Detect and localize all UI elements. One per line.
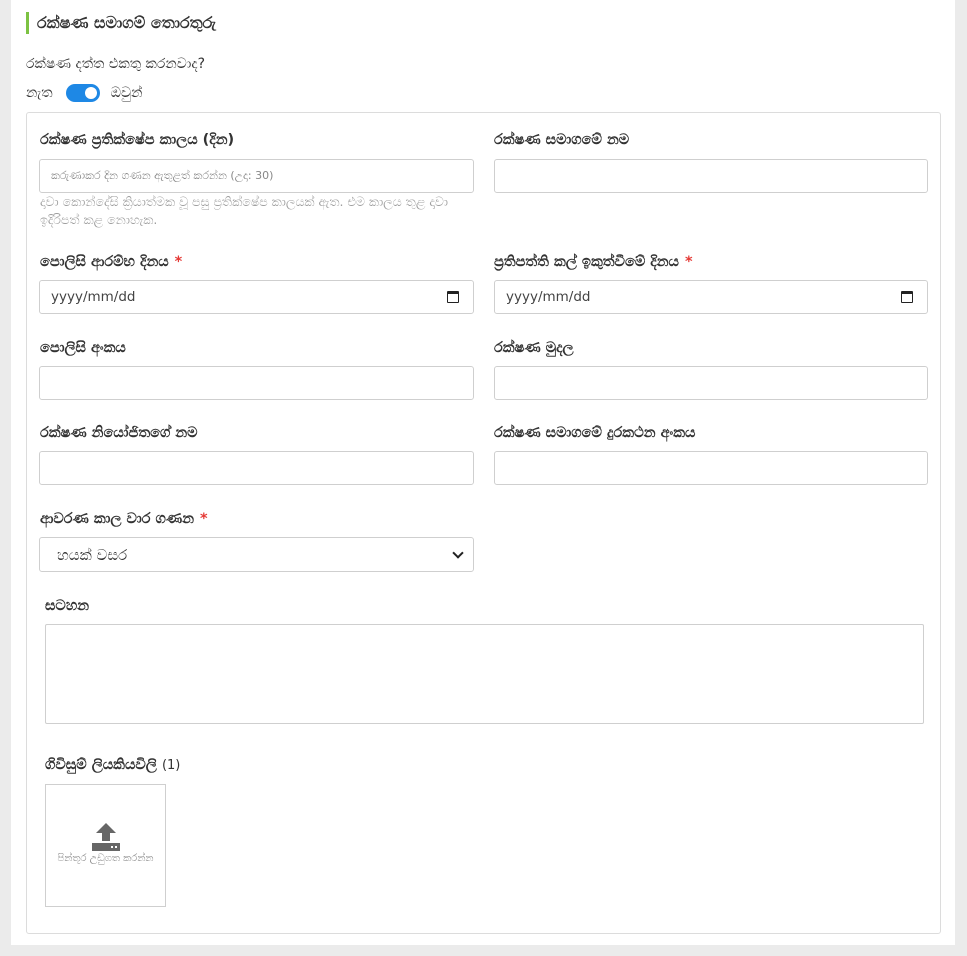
toggle-no-label: නැත <box>26 85 53 101</box>
agent-name-input[interactable] <box>39 451 474 485</box>
chevron-down-icon <box>452 547 464 559</box>
policy-number-input[interactable] <box>39 366 474 400</box>
policy-start-placeholder: yyyy/mm/dd <box>51 289 136 305</box>
coverage-count-label-text: ආවරණ කාල වාර ගණන <box>40 511 194 527</box>
required-mark: * <box>684 254 693 270</box>
policy-start-label-text: පොලිසි ආරම්භ දිනය <box>40 254 169 270</box>
company-phone-label: රක්ෂණ සමාගමේ දුරකථන අංකය <box>494 425 696 441</box>
rejection-period-placeholder: කරුණාකර දින ගණන ඇතුළත් කරන්න (උදා: 30) <box>51 169 274 182</box>
section-title: රක්ෂණ සමාගම් තොරතුරු <box>26 12 216 34</box>
required-mark: * <box>199 511 208 527</box>
coverage-count-select[interactable]: හයක් වසර <box>39 537 474 572</box>
amount-label: රක්ෂණ මුදල <box>494 340 574 356</box>
policy-start-label: පොලිසි ආරම්භ දිනය * <box>40 254 182 270</box>
policy-expiry-label: ප්‍රතිපත්ති කල් ඉකුත්වීමේ දිනය * <box>494 254 693 270</box>
collect-toggle-row: නැත ඔවුන් <box>26 82 142 104</box>
upload-icon <box>92 823 120 851</box>
policy-expiry-label-text: ප්‍රතිපත්ති කල් ඉකුත්වීමේ දිනය <box>494 254 679 270</box>
toggle-yes-label: ඔවුන් <box>110 85 143 101</box>
notes-label: සටහන <box>45 598 90 614</box>
company-phone-input[interactable] <box>494 451 928 485</box>
coverage-count-label: ආවරණ කාල වාර ගණන * <box>40 511 208 527</box>
calendar-icon[interactable] <box>447 291 459 303</box>
company-name-input[interactable] <box>494 159 928 193</box>
agent-name-label: රක්ෂණ නියෝජිතගේ නම <box>40 425 198 441</box>
collect-toggle-switch[interactable] <box>65 84 100 102</box>
calendar-icon[interactable] <box>901 291 913 303</box>
documents-label-text: ගිවිසුම් ලියකියවිලි <box>45 757 157 773</box>
image-upload-box[interactable]: පින්තූර උඩුගත කරන්න <box>45 784 166 907</box>
company-name-label: රක්ෂණ සමාගමේ නම <box>494 132 630 148</box>
insurance-card: රක්ෂණ සමාගම් තොරතුරු රක්ෂණ දත්ත එකතු කරන… <box>11 0 955 945</box>
documents-label: ගිවිසුම් ලියකියවිලි (1) <box>45 757 180 773</box>
insurance-form-panel: රක්ෂණ ප්‍රතික්ෂේප කාලය (දින) කරුණාකර දින… <box>26 112 941 934</box>
policy-expiry-placeholder: yyyy/mm/dd <box>506 289 591 305</box>
amount-input[interactable] <box>494 366 928 400</box>
documents-count: (1) <box>161 758 181 773</box>
rejection-period-help: දාවා කොන්දේසි ක්‍රියාත්මක වූ පසු ප්‍රතික… <box>40 194 448 227</box>
coverage-count-selected: හයක් වසර <box>57 545 128 564</box>
toggle-knob <box>84 87 97 99</box>
policy-number-label: පොලිසි අංකය <box>40 340 126 356</box>
rejection-period-label: රක්ෂණ ප්‍රතික්ෂේප කාලය (දින) <box>40 132 235 148</box>
required-mark: * <box>174 254 183 270</box>
policy-expiry-date-input[interactable]: yyyy/mm/dd <box>494 280 928 314</box>
notes-textarea[interactable] <box>45 624 924 724</box>
upload-text: පින්තූර උඩුගත කරන්න <box>57 853 154 864</box>
rejection-period-input[interactable]: කරුණාකර දින ගණන ඇතුළත් කරන්න (උදා: 30) <box>39 159 474 193</box>
collect-question: රක්ෂණ දත්ත එකතු කරනවාද? <box>26 56 206 72</box>
policy-start-date-input[interactable]: yyyy/mm/dd <box>39 280 474 314</box>
